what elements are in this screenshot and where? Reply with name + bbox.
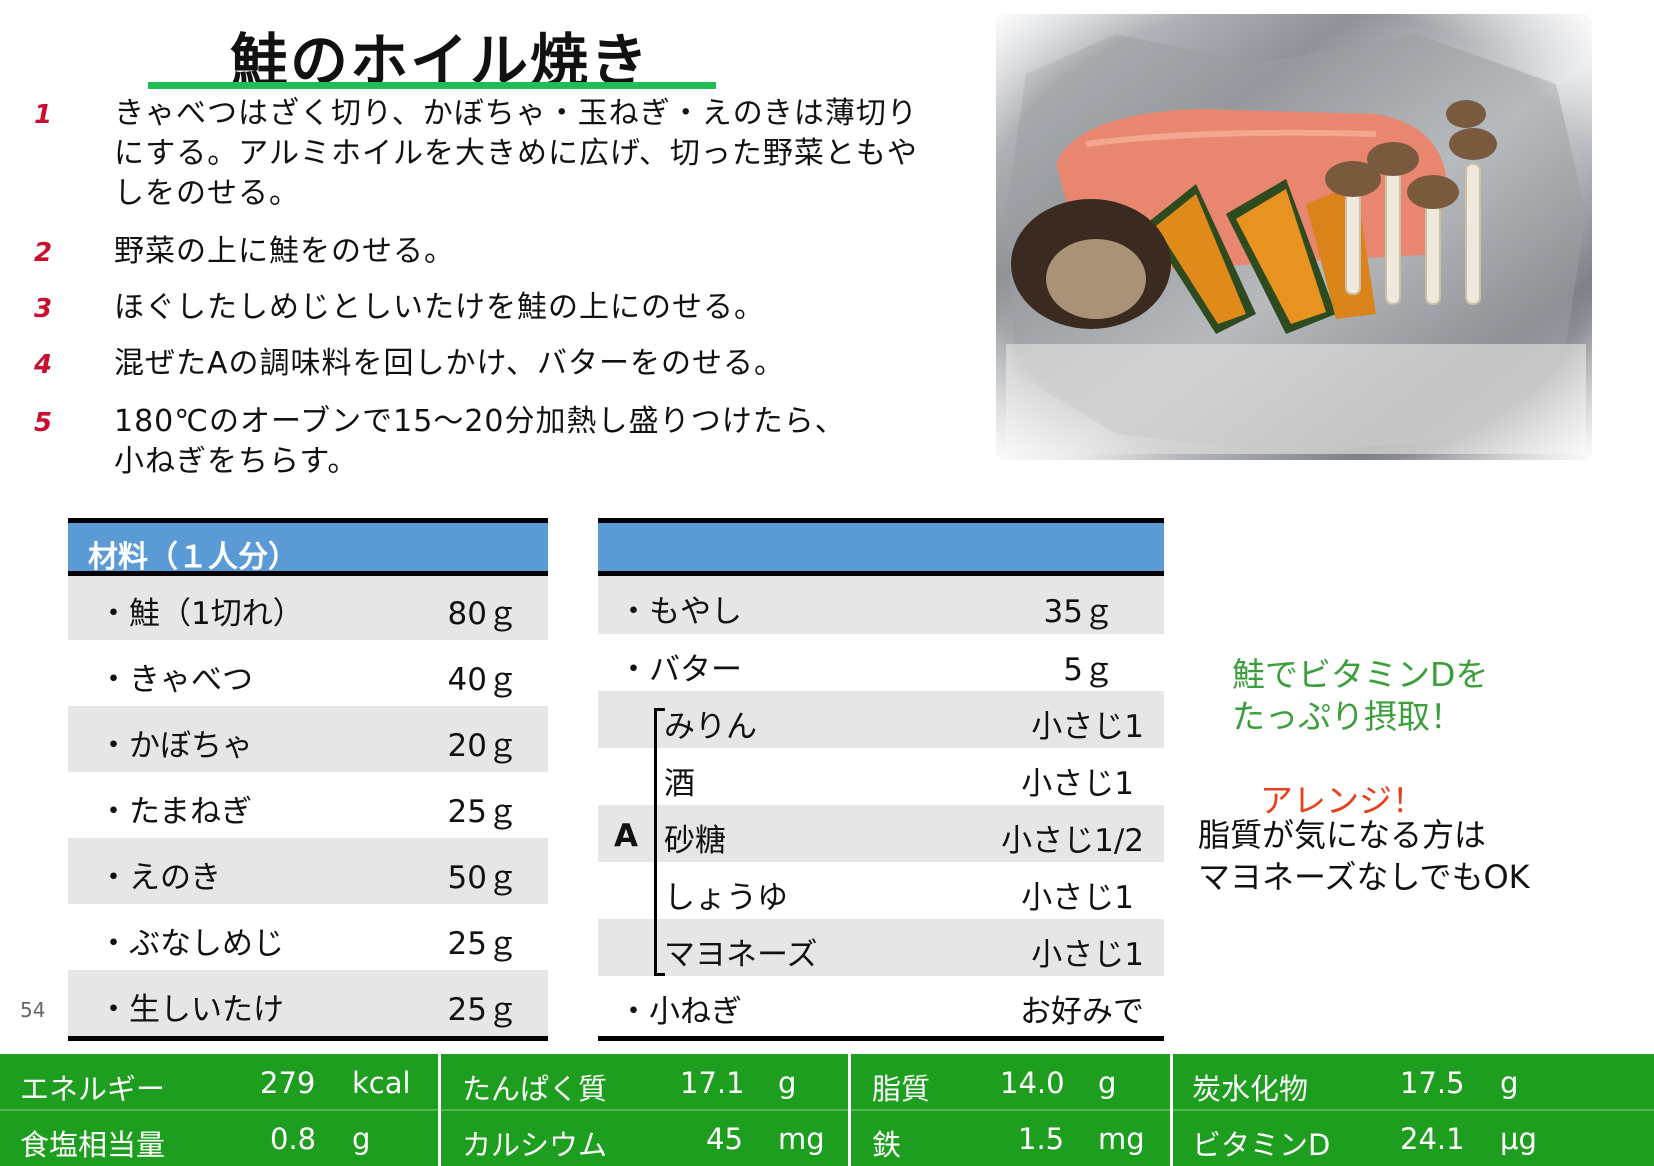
nutrition-label: エネルギー [20,1072,166,1106]
vitamin-note-line: 鮭でビタミンDを [1232,655,1489,694]
ingredient-amount: 5ｇ [1063,652,1114,688]
step-text: 180℃のオーブンで15～20分加熱し盛りつけたら、小ねぎをちらす。 [114,404,846,479]
nutrition-value: 17.1 [680,1066,745,1100]
nutrition-unit: g [1098,1066,1117,1100]
step-number: 5 [34,408,53,438]
nutrition-label: 食塩相当量 [20,1128,166,1162]
nutrition-label: 脂質 [872,1072,931,1106]
table-row: ・かぼちゃ 20ｇ [68,706,548,772]
nutrition-unit: g [1500,1066,1519,1100]
page-number: 54 [20,998,46,1022]
ingredient-amount: 80ｇ [447,596,518,632]
ingredient-amount: お好みで [1020,994,1144,1030]
vitamin-note: 鮭でビタミンDを たっぷり摂取！ [1232,654,1488,738]
ingredient-amount: 40ｇ [447,662,518,698]
table-row: みりん 小さじ1 [598,691,1164,748]
ingredient-amount: 小さじ1 [1021,766,1134,802]
step-text: きゃべつはざく切り、かぼちゃ・玉ねぎ・えのきは薄切りにする。アルミホイルを大きめ… [114,96,918,211]
vitamin-note-line: たっぷり摂取！ [1232,697,1463,736]
ingredient-amount: 20ｇ [447,728,518,764]
nutrition-label: たんぱく質 [462,1072,608,1106]
nutrition-value: 24.1 [1400,1122,1465,1156]
ingredient-name: みりん [664,709,757,745]
table-row: ・バター 5ｇ [598,634,1164,691]
table-row: ・たまねぎ 25ｇ [68,772,548,838]
arrange-text-line: マヨネーズなしでもOK [1198,858,1530,896]
nutrition-label: 炭水化物 [1192,1072,1309,1106]
nutrition-row-divider [0,1109,1654,1111]
table-row: 砂糖 小さじ1/2 [598,805,1164,862]
ingredient-name: 砂糖 [664,823,726,859]
arrange-text: 脂質が気になる方は マヨネーズなしでもOK [1198,814,1530,898]
table-row: ・鮭（1切れ） 80ｇ [68,576,548,640]
table-row: ・きゃべつ 40ｇ [68,640,548,706]
nutrition-value: 1.5 [1018,1122,1065,1156]
ingredients-header-label: 材料（１人分） [88,540,298,575]
ingredient-amount: 小さじ1 [1031,937,1144,973]
ingredient-name: ・生しいたけ [98,992,284,1028]
ingredient-name: ・きゃべつ [98,662,253,698]
table-row: ・小ねぎ お好みで [598,976,1164,1033]
nutrition-unit: g [778,1066,797,1100]
ingredient-name: ・ぶなしめじ [98,926,284,962]
ingredients-table-left: 材料（１人分） ・鮭（1切れ） 80ｇ ・きゃべつ 40ｇ ・かぼちゃ 20ｇ … [68,518,548,1048]
step-text: ほぐしたしめじとしいたけを鮭の上にのせる。 [114,290,765,325]
nutrition-unit: mg [1098,1122,1145,1156]
ingredient-name: 酒 [664,766,695,802]
ingredient-amount: 25ｇ [447,992,518,1028]
nutrition-value: 17.5 [1400,1066,1465,1100]
arrange-text-line: 脂質が気になる方は [1198,816,1487,854]
ingredient-amount: 小さじ1 [1021,880,1134,916]
ingredients-table-right: ・もやし 35ｇ ・バター 5ｇ みりん 小さじ1 酒 小さじ1 砂糖 小さじ1… [598,518,1164,1048]
table-bottom-rule [68,1036,548,1041]
nutrition-value: 279 [260,1066,316,1100]
table-row: ・ぶなしめじ 25ｇ [68,904,548,970]
step-text: 混ぜたAの調味料を回しかけ、バターをのせる。 [114,346,786,381]
ingredients-header: 材料（１人分） [68,518,548,576]
ingredient-name: マヨネーズ [664,937,818,973]
step-number: 1 [34,100,53,130]
step-number: 4 [34,350,53,380]
dish-photo [996,14,1592,460]
nutrition-value: 14.0 [1000,1066,1065,1100]
nutrition-unit: g [352,1122,371,1156]
title-underline [148,82,716,89]
ingredient-amount: 小さじ1 [1031,709,1144,745]
step-text: 野菜の上に鮭をのせる。 [114,234,455,269]
ingredient-name: しょうゆ [664,880,788,916]
step-number: 3 [34,294,53,324]
ingredient-amount: 50ｇ [447,860,518,896]
ingredient-amount: 25ｇ [447,794,518,830]
table-row: ・生しいたけ 25ｇ [68,970,548,1036]
nutrition-unit: mg [778,1122,825,1156]
nutrition-value: 45 [706,1122,743,1156]
ingredient-name: ・えのき [98,860,222,896]
table-row: しょうゆ 小さじ1 [598,862,1164,919]
nutrition-label: 鉄 [872,1128,902,1162]
nutrition-unit: kcal [352,1066,411,1100]
group-label: A [614,818,638,854]
ingredient-name: ・もやし [618,594,742,630]
nutrition-value: 0.8 [270,1122,317,1156]
ingredient-amount: 小さじ1/2 [1001,823,1144,859]
nutrition-label: ビタミンD [1192,1128,1331,1162]
ingredient-name: ・小ねぎ [618,994,742,1030]
table-row: ・えのき 50ｇ [68,838,548,904]
salmon-foil-photo-icon [996,14,1592,460]
table-row: マヨネーズ 小さじ1 [598,919,1164,976]
ingredient-name: ・たまねぎ [98,794,253,830]
ingredient-name: ・鮭（1切れ） [98,596,304,632]
table-bottom-rule [598,1036,1164,1041]
nutrition-label: カルシウム [462,1128,608,1162]
ingredient-name: ・かぼちゃ [98,728,253,764]
ingredient-name: ・バター [618,652,742,688]
nutrition-unit: μg [1500,1122,1537,1156]
table-row: ・もやし 35ｇ [598,576,1164,634]
ingredients-header-blank [598,518,1164,576]
ingredient-amount: 35ｇ [1043,594,1114,630]
group-bracket [654,708,665,976]
ingredient-amount: 25ｇ [447,926,518,962]
step-number: 2 [34,238,53,268]
table-row: 酒 小さじ1 [598,748,1164,805]
